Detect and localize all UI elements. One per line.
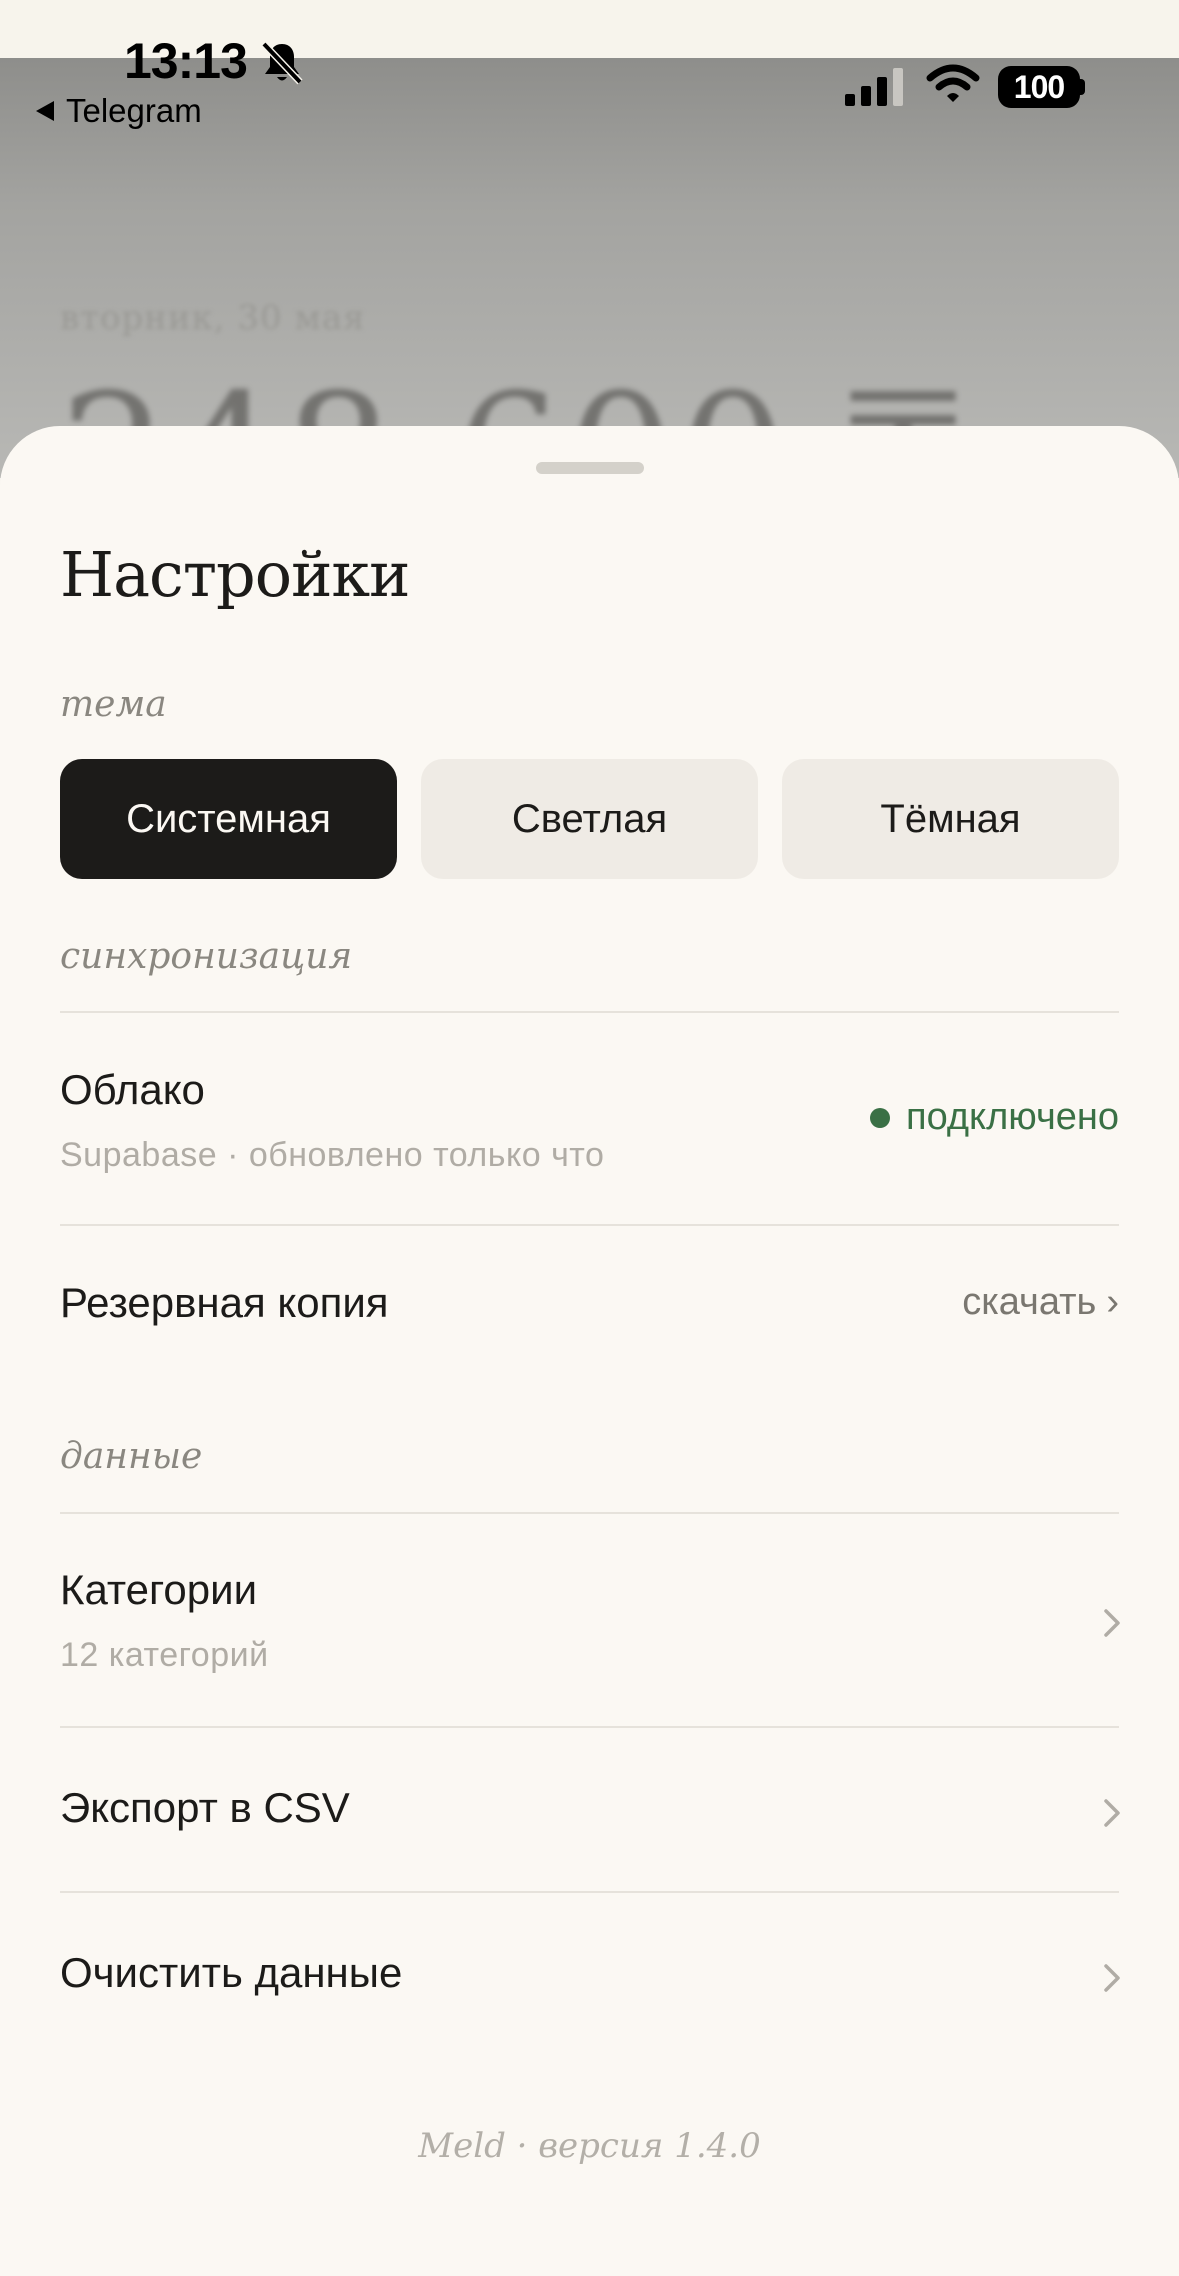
theme-dark-button[interactable]: Тёмная (782, 759, 1119, 879)
export-csv-title: Экспорт в CSV (60, 1784, 350, 1831)
bell-muted-icon (261, 41, 303, 85)
cellular-signal-icon (845, 68, 903, 106)
section-label-theme: тема (60, 684, 167, 725)
divider (60, 1224, 1119, 1226)
divider (60, 1011, 1119, 1013)
section-label-data: данные (60, 1436, 203, 1477)
theme-light-button[interactable]: Светлая (421, 759, 758, 879)
clear-data-title: Очистить данные (60, 1949, 403, 1996)
battery-indicator: 100 (998, 66, 1080, 108)
settings-sheet: Настройки тема Системная Светлая Тёмная … (0, 426, 1179, 2276)
cloud-subtitle: Supabase · обновлено только что (60, 1136, 605, 1174)
back-app-label: Telegram (66, 92, 202, 129)
divider (60, 1891, 1119, 1893)
backup-download-link[interactable]: скачать › (962, 1281, 1119, 1324)
categories-title: Категории (60, 1566, 258, 1613)
back-arrow-icon (36, 101, 54, 121)
status-dot-icon (870, 1107, 890, 1128)
status-time: 13:13 (124, 33, 248, 89)
divider (60, 1512, 1119, 1514)
background-date: вторник, 30 мая (60, 298, 366, 338)
sheet-grabber-handle[interactable] (536, 462, 644, 474)
backup-title: Резервная копия (60, 1279, 389, 1326)
battery-cap-icon (1080, 79, 1085, 95)
wifi-icon (926, 64, 980, 102)
section-label-sync: синхронизация (60, 936, 353, 977)
chevron-right-icon (1104, 1799, 1120, 1827)
back-to-app-link[interactable]: Telegram (36, 92, 202, 130)
chevron-right-icon (1104, 1964, 1120, 1992)
theme-selector: Системная Светлая Тёмная (60, 759, 1119, 879)
app-version-footer: Meld · версия 1.4.0 (418, 2126, 761, 2166)
backup-action-label: скачать (962, 1281, 1097, 1323)
theme-system-button[interactable]: Системная (60, 759, 397, 879)
divider (60, 1726, 1119, 1728)
page-title: Настройки (60, 538, 410, 611)
cloud-status-label: подключено (906, 1096, 1119, 1138)
chevron-right-icon (1104, 1609, 1120, 1637)
chevron-right-icon: › (1106, 1281, 1119, 1323)
categories-subtitle: 12 категорий (60, 1636, 269, 1674)
cloud-status: подключено (870, 1096, 1119, 1139)
cloud-title: Облако (60, 1066, 205, 1113)
